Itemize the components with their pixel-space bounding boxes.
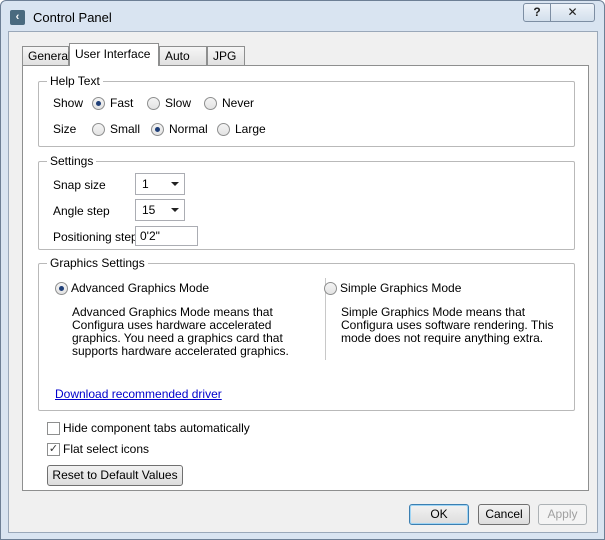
size-normal-radio[interactable] [151,123,164,136]
help-text-title: Help Text [47,74,103,88]
settings-title: Settings [47,154,97,168]
angle-step-value: 15 [142,203,156,217]
cancel-button[interactable]: Cancel [478,504,530,525]
show-slow-radio[interactable] [147,97,160,110]
size-large-radio[interactable] [217,123,230,136]
hide-tabs-label[interactable]: Hide component tabs automatically [63,421,250,435]
reset-defaults-button[interactable]: Reset to Default Values [47,465,183,486]
graphics-settings-group: Graphics Settings Advanced Graphics Mode… [38,256,575,411]
app-logo-icon: ‹ [10,10,25,25]
advanced-mode-label[interactable]: Advanced Graphics Mode [71,281,209,295]
positioning-step-input[interactable]: 0'2" [135,226,198,246]
show-never-label[interactable]: Never [222,96,254,110]
help-text-group: Help Text Show Fast Slow Never Size Smal… [38,74,575,147]
snap-size-label: Snap size [53,178,106,192]
size-large-label[interactable]: Large [235,122,266,136]
positioning-step-label: Positioning step [53,230,138,244]
advanced-mode-radio[interactable] [55,282,68,295]
show-fast-radio[interactable] [92,97,105,110]
tab-auto-3d[interactable]: Auto 3D [159,46,207,81]
simple-mode-description: Simple Graphics Mode means that Configur… [341,305,554,345]
show-slow-label[interactable]: Slow [165,96,191,110]
title-bar[interactable]: ‹ Control Panel ? ✕ [1,1,604,31]
show-label: Show [53,96,84,110]
snap-size-dropdown[interactable]: 1 [135,173,185,195]
angle-step-label: Angle step [53,204,110,218]
size-label: Size [53,122,77,136]
tab-general[interactable]: General [22,46,71,65]
angle-step-dropdown[interactable]: 15 [135,199,185,221]
help-button[interactable]: ? [523,3,551,22]
flat-icons-checkbox[interactable]: ✓ [47,443,60,456]
size-small-radio[interactable] [92,123,105,136]
show-never-radio[interactable] [204,97,217,110]
advanced-mode-description: Advanced Graphics Mode means that Config… [72,305,289,358]
tab-user-interface[interactable]: User Interface [69,43,159,66]
show-fast-label[interactable]: Fast [110,96,133,110]
flat-icons-label[interactable]: Flat select icons [63,442,149,456]
tab-jpg[interactable]: JPG [207,46,245,65]
chevron-down-icon [171,208,179,212]
dialog-body: General User Interface Auto 3D JPG Help … [8,31,598,533]
simple-mode-radio[interactable] [324,282,337,295]
hide-tabs-checkbox[interactable] [47,422,60,435]
chevron-down-icon [171,182,179,186]
graphics-settings-title: Graphics Settings [47,256,148,270]
size-normal-label[interactable]: Normal [169,122,208,136]
simple-mode-label[interactable]: Simple Graphics Mode [340,281,461,295]
settings-group: Settings Snap size 1 Angle step 15 Posit… [38,154,575,250]
window-title: Control Panel [33,10,112,25]
ok-button[interactable]: OK [409,504,469,525]
download-driver-link[interactable]: Download recommended driver [55,387,222,401]
apply-button[interactable]: Apply [538,504,587,525]
close-button[interactable]: ✕ [550,3,595,22]
user-interface-panel: Help Text Show Fast Slow Never Size Smal… [22,65,589,491]
snap-size-value: 1 [142,177,149,191]
control-panel-window: ‹ Control Panel ? ✕ General User Interfa… [0,0,605,540]
size-small-label[interactable]: Small [110,122,140,136]
